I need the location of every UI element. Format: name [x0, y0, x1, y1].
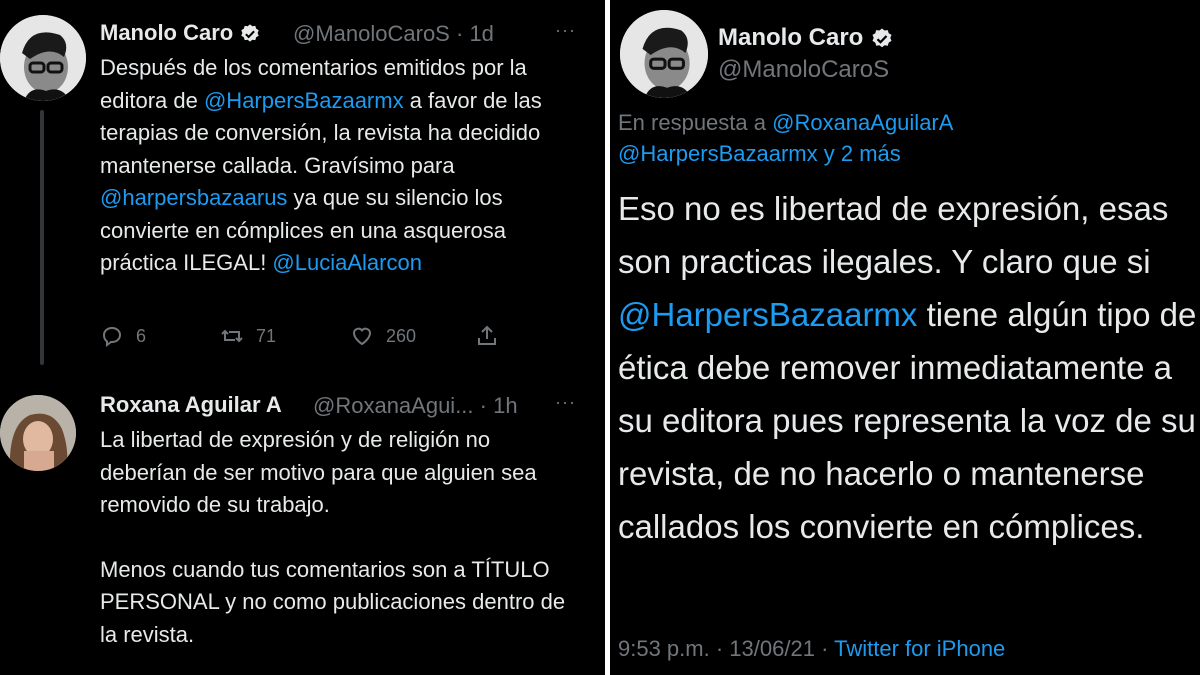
tweet-paragraph: Menos cuando tus comentarios son a TÍTUL… [100, 556, 566, 647]
separator: · [455, 21, 464, 46]
avatar-manolo-caro[interactable] [0, 15, 86, 101]
verified-badge-icon [241, 24, 260, 42]
tweet-time[interactable]: 9:53 p.m. [618, 636, 710, 661]
tweet-text-segment: Eso no es libertad de expresión, esas so… [618, 190, 1169, 280]
replying-to-link[interactable]: @RoxanaAguilarA [772, 110, 953, 135]
like-icon [352, 327, 372, 346]
tweet-actions: 6 71 260 [100, 324, 520, 354]
handle-text[interactable]: @RoxanaAgui... [313, 393, 474, 418]
replying-prefix: En respuesta a [618, 110, 773, 135]
tweet-text-segment: tiene algún tipo de ética debe remover i… [618, 296, 1197, 545]
replying-more-link[interactable]: y 2 más [818, 141, 901, 166]
retweet-count: 71 [256, 325, 277, 346]
author-handle[interactable]: @ManoloCaroS · 1d [293, 21, 494, 47]
author-name[interactable]: Roxana Aguilar A [100, 392, 282, 418]
author-name-text[interactable]: Manolo Caro [718, 24, 863, 51]
author-handle[interactable]: @RoxanaAgui... · 1h [313, 393, 518, 419]
author-name[interactable]: Manolo Caro [718, 24, 894, 52]
mention-link[interactable]: @HarpersBazaarmx [618, 296, 917, 333]
reply-count: 6 [136, 325, 147, 346]
avatar-manolo-caro[interactable] [620, 10, 708, 98]
reply-icon [102, 326, 122, 347]
more-options-icon[interactable]: ··· [555, 392, 576, 413]
tweet-time[interactable]: 1d [469, 21, 493, 46]
tweet-date[interactable]: 13/06/21 [729, 636, 815, 661]
author-name[interactable]: Manolo Caro [100, 20, 261, 46]
mention-link[interactable]: @HarpersBazaarmx [204, 88, 404, 113]
tweet-metadata: 9:53 p.m. · 13/06/21 · Twitter for iPhon… [618, 636, 1005, 662]
tweet-time[interactable]: 1h [493, 393, 517, 418]
like-count: 260 [386, 325, 417, 346]
author-handle[interactable]: @ManoloCaroS [718, 56, 889, 84]
tweet-paragraph: La libertad de expresión y de religión n… [100, 427, 537, 517]
separator: · [479, 393, 487, 418]
thread-panel: Manolo Caro @ManoloCaroS · 1d ··· Despué… [0, 0, 605, 675]
separator: · [715, 636, 724, 661]
thread-connector-line [40, 110, 44, 365]
share-icon [478, 325, 496, 345]
replying-to: En respuesta a @RoxanaAguilarA @HarpersB… [618, 107, 1178, 169]
tweet-text: Después de los comentarios emitidos por … [100, 52, 570, 280]
tweet-source-link[interactable]: Twitter for iPhone [834, 636, 1005, 661]
verified-badge-icon [872, 28, 892, 47]
more-options-icon[interactable]: ··· [555, 20, 576, 41]
mention-link[interactable]: @harpersbazaarus [100, 185, 287, 210]
like-button[interactable]: 260 [350, 324, 416, 348]
author-name-text[interactable]: Manolo Caro [100, 20, 233, 45]
tweet-detail-panel: Manolo Caro @ManoloCaroS En respuesta a … [610, 0, 1200, 675]
mention-link[interactable]: @LuciaAlarcon [272, 250, 422, 275]
replying-to-link[interactable]: @HarpersBazaarmx [618, 141, 818, 166]
retweet-button[interactable]: 71 [220, 324, 276, 348]
retweet-icon [221, 329, 243, 343]
tweet-text: La libertad de expresión y de religión n… [100, 424, 580, 651]
avatar-roxana-aguilar[interactable] [0, 395, 76, 471]
handle-text[interactable]: @ManoloCaroS [293, 21, 450, 46]
separator: · [821, 636, 829, 661]
share-button[interactable] [475, 324, 511, 348]
tweet-text: Eso no es libertad de expresión, esas so… [618, 182, 1198, 553]
reply-button[interactable]: 6 [100, 324, 146, 348]
